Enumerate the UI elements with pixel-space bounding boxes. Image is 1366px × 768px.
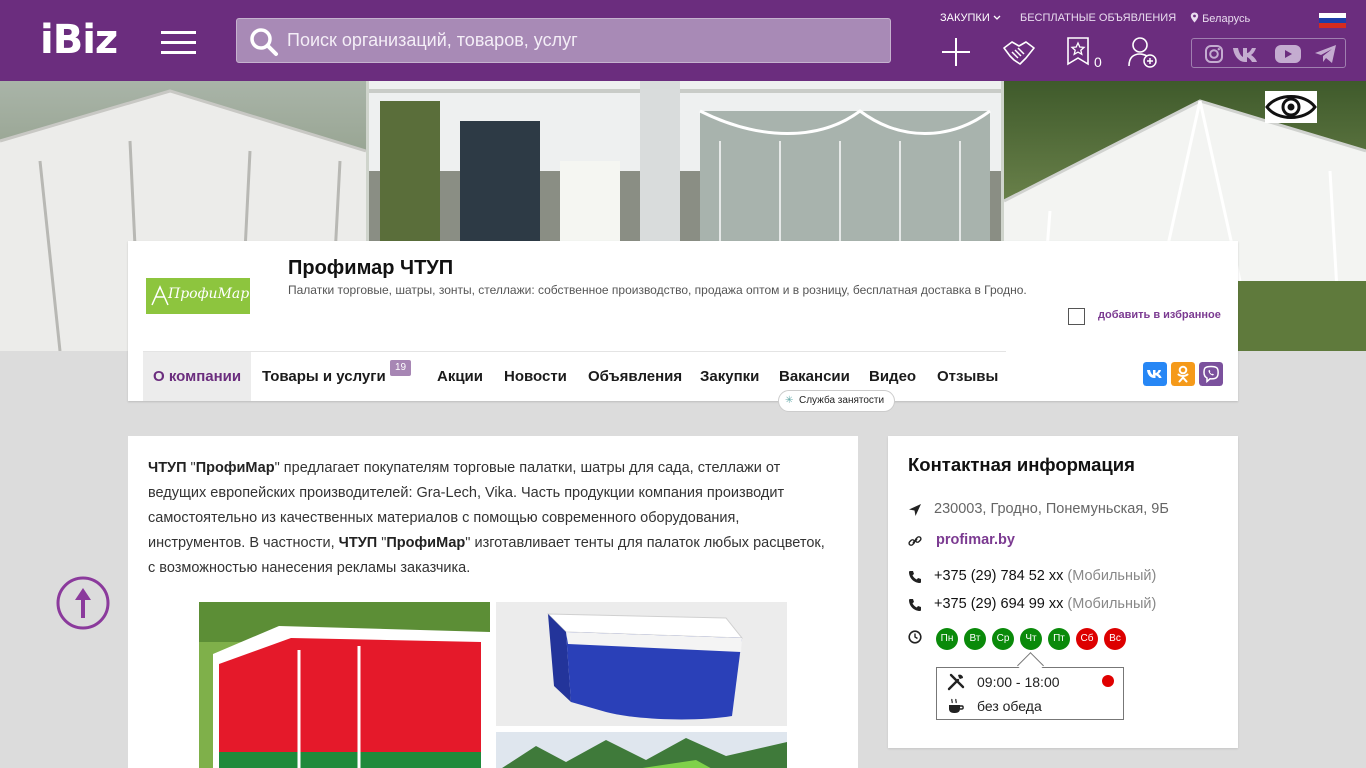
about-text-company-type: ЧТУП	[148, 460, 187, 476]
day-thu-label: Чт	[1025, 633, 1037, 644]
snowflake-icon: ✳	[785, 395, 794, 406]
closed-status-dot	[1102, 675, 1114, 687]
purchases-label: ЗАКУПКИ	[940, 12, 990, 24]
vk-share-icon[interactable]	[1143, 362, 1167, 386]
day-wed[interactable]: Ср	[992, 628, 1014, 650]
company-logo-text: ПрофиМар	[168, 286, 250, 302]
tab-about[interactable]: О компании	[143, 352, 252, 401]
location-pin-icon	[1190, 12, 1199, 23]
company-name: Профимар ЧТУП	[288, 257, 454, 279]
phone-1[interactable]: +375 (29) 784 52 xx (Мобильный)	[934, 568, 1156, 584]
youtube-icon[interactable]	[1274, 44, 1302, 64]
company-description: Палатки торговые, шатры, зонты, стеллажи…	[288, 283, 1027, 297]
product-image-table[interactable]	[496, 602, 787, 726]
day-fri-label: Пт	[1053, 633, 1065, 644]
lunch-info: без обеда	[977, 698, 1042, 714]
region-label: Беларусь	[1202, 13, 1251, 25]
about-text-company-type-2: ЧТУП	[338, 535, 378, 551]
favorites-count: 0	[1094, 54, 1102, 70]
link-icon	[908, 536, 922, 546]
tools-icon	[947, 673, 965, 691]
contact-panel: Контактная информация 230003, Гродно, По…	[888, 436, 1238, 748]
top-bar: iBiz ЗАКУПКИ БЕСПЛАТНЫЕ ОБЪЯВЛЕНИЯ Белар…	[0, 0, 1366, 81]
table-cover-photo	[496, 602, 787, 726]
day-wed-label: Ср	[996, 633, 1010, 644]
phone-2-type: (Мобильный)	[1067, 596, 1157, 612]
tab-promotions[interactable]: Акции	[437, 352, 483, 401]
day-sun[interactable]: Вс	[1104, 628, 1126, 650]
tent-photo	[199, 602, 490, 768]
employment-service-tip[interactable]: ✳ Служба занятости	[778, 390, 896, 412]
menu-icon[interactable]	[161, 31, 196, 54]
add-user-icon[interactable]	[1128, 36, 1158, 68]
day-tue[interactable]: Вт	[964, 628, 986, 650]
day-mon[interactable]: Пн	[936, 628, 958, 650]
about-text-company-name: ПрофиМар	[195, 460, 275, 476]
work-hours: 09:00 - 18:00	[977, 674, 1060, 690]
day-sat[interactable]: Сб	[1076, 628, 1098, 650]
location-arrow-icon	[909, 504, 921, 516]
scroll-to-top-icon[interactable]	[56, 576, 110, 630]
logo-mark-icon	[151, 285, 169, 306]
phone-icon	[909, 571, 921, 583]
day-sun-label: Вс	[1109, 633, 1121, 644]
about-section: ЧТУП "ПрофиМар" предлагает покупателям т…	[128, 436, 858, 768]
tab-purchases[interactable]: Закупки	[700, 352, 759, 401]
instagram-icon[interactable]	[1204, 44, 1224, 64]
purchases-menu[interactable]: ЗАКУПКИ	[940, 12, 1001, 24]
tab-reviews[interactable]: Отзывы	[937, 352, 998, 401]
phone-2[interactable]: +375 (29) 694 99 xx (Мобильный)	[934, 596, 1156, 612]
phone-2-number[interactable]: +375 (29) 694 99 xx	[934, 596, 1063, 612]
product-image-garden-tent[interactable]	[496, 732, 787, 768]
garden-tent-photo	[496, 732, 787, 768]
tab-products[interactable]: Товары и услуги	[262, 352, 386, 401]
site-logo[interactable]: iBiz	[40, 18, 118, 62]
language-flag-icon[interactable]	[1319, 13, 1346, 28]
free-ads-link[interactable]: БЕСПЛАТНЫЕ ОБЪЯВЛЕНИЯ	[1020, 12, 1176, 24]
about-text-company-name-2: ПрофиМар	[386, 535, 466, 551]
product-image-tent[interactable]	[199, 602, 490, 768]
tab-news[interactable]: Новости	[504, 352, 567, 401]
add-to-favorites-label[interactable]: добавить в избранное	[1098, 309, 1221, 321]
coffee-cup-icon	[949, 698, 964, 713]
products-count-badge: 19	[390, 360, 412, 376]
search-icon[interactable]	[249, 27, 279, 57]
day-sat-label: Сб	[1080, 633, 1094, 644]
viber-share-icon[interactable]	[1199, 362, 1223, 386]
ok-share-icon[interactable]	[1171, 362, 1195, 386]
chevron-down-icon	[993, 15, 1001, 21]
handshake-icon[interactable]	[1002, 38, 1036, 68]
day-tue-label: Вт	[969, 633, 981, 644]
employment-service-label: Служба занятости	[799, 395, 885, 406]
company-card: ПрофиМар Профимар ЧТУП Палатки торговые,…	[128, 241, 1238, 412]
vk-icon[interactable]	[1232, 44, 1262, 64]
contact-title: Контактная информация	[908, 454, 1135, 475]
website-link[interactable]: profimar.by	[936, 532, 1015, 548]
day-mon-label: Пн	[940, 633, 954, 644]
about-text: ЧТУП "ПрофиМар" предлагает покупателям т…	[148, 460, 825, 576]
clock-icon	[908, 630, 922, 644]
search-box[interactable]	[236, 18, 891, 63]
region-select[interactable]: Беларусь	[1190, 12, 1250, 25]
company-logo: ПрофиМар	[146, 278, 250, 314]
address-text: 230003, Гродно, Понемуньская, 9Б	[934, 501, 1169, 517]
phone-1-type: (Мобильный)	[1067, 568, 1157, 584]
social-links	[1191, 38, 1346, 68]
tab-ads[interactable]: Объявления	[588, 352, 682, 401]
hours-popup: 09:00 - 18:00 без обеда	[936, 667, 1124, 720]
favorite-checkbox[interactable]	[1068, 308, 1085, 325]
telegram-icon[interactable]	[1314, 44, 1338, 64]
accessibility-eye-icon[interactable]	[1265, 91, 1317, 123]
day-fri[interactable]: Пт	[1048, 628, 1070, 650]
day-thu[interactable]: Чт	[1020, 628, 1042, 650]
phone-icon	[909, 599, 921, 611]
plus-icon[interactable]	[940, 36, 972, 68]
search-input[interactable]	[287, 19, 877, 62]
phone-1-number[interactable]: +375 (29) 784 52 xx	[934, 568, 1063, 584]
favorites-star-icon[interactable]	[1066, 36, 1090, 66]
